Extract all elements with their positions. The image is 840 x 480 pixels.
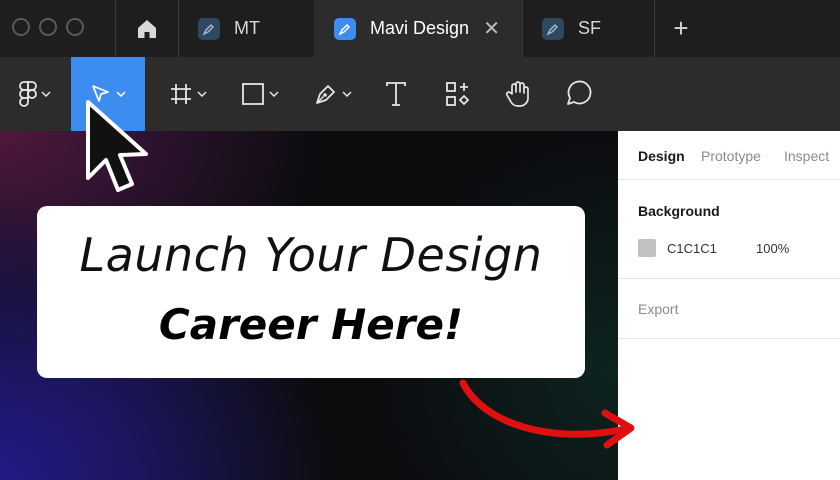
- properties-panel: Design Prototype Inspect Background C1C1…: [618, 131, 840, 480]
- text-icon: [386, 82, 406, 106]
- section-divider: [618, 278, 840, 279]
- comment-icon: [567, 80, 592, 105]
- export-section-title[interactable]: Export: [638, 301, 678, 317]
- background-hex-value[interactable]: C1C1C1: [667, 241, 717, 256]
- tab-label: Mavi Design: [370, 18, 470, 38]
- headline-line-2: Career Here!: [158, 300, 464, 349]
- resources-tool-button[interactable]: [440, 57, 476, 131]
- tab-label: SF: [578, 18, 602, 38]
- background-section-title: Background: [638, 203, 720, 219]
- headline-card: Launch Your Design Career Here!: [37, 206, 585, 378]
- shape-tool-button[interactable]: [232, 57, 288, 131]
- tab-mt[interactable]: MT: [178, 0, 313, 57]
- chevron-down-icon: [342, 91, 352, 97]
- design-file-icon: [198, 17, 220, 40]
- chevron-down-icon: [269, 91, 279, 97]
- tab-inspect[interactable]: Inspect: [784, 148, 829, 164]
- hand-tool-button[interactable]: [500, 57, 536, 131]
- title-bar: MT Mavi Design ✕ SF +: [0, 0, 840, 57]
- main-menu-button[interactable]: [8, 57, 62, 131]
- rectangle-icon: [242, 83, 264, 105]
- red-arrow-icon: [459, 379, 635, 449]
- panel-tabs: Design Prototype Inspect: [618, 131, 840, 180]
- background-color-swatch[interactable]: [638, 239, 656, 257]
- section-divider: [618, 338, 840, 339]
- home-button[interactable]: [116, 0, 178, 57]
- chevron-down-icon: [197, 91, 207, 97]
- frame-tool-button[interactable]: [160, 57, 216, 131]
- close-tab-icon[interactable]: ✕: [483, 16, 500, 41]
- frame-icon: [171, 84, 191, 104]
- tab-mavi-design[interactable]: Mavi Design ✕: [314, 0, 522, 57]
- hand-icon: [505, 81, 529, 107]
- maximize-window-button[interactable]: [66, 18, 84, 36]
- tab-prototype[interactable]: Prototype: [701, 148, 761, 164]
- figma-logo-icon: [19, 81, 37, 107]
- close-window-button[interactable]: [12, 18, 30, 36]
- window-controls: [12, 18, 84, 36]
- pen-tool-button[interactable]: [305, 57, 361, 131]
- new-tab-button[interactable]: +: [655, 0, 707, 57]
- design-file-icon: [334, 17, 356, 40]
- text-tool-button[interactable]: [378, 57, 414, 131]
- headline-line-1: Launch Your Design: [79, 228, 543, 282]
- minimize-window-button[interactable]: [39, 18, 57, 36]
- home-icon: [138, 19, 156, 38]
- design-file-icon: [542, 17, 564, 40]
- tab-sf[interactable]: SF: [522, 0, 654, 57]
- comment-tool-button[interactable]: [560, 57, 596, 131]
- tab-design[interactable]: Design: [638, 148, 685, 164]
- mouse-cursor-icon: [86, 100, 148, 192]
- chevron-down-icon: [41, 91, 51, 97]
- background-opacity-value[interactable]: 100%: [756, 241, 789, 256]
- resources-icon: [446, 82, 470, 106]
- tab-label: MT: [234, 18, 260, 38]
- pen-icon: [316, 85, 335, 104]
